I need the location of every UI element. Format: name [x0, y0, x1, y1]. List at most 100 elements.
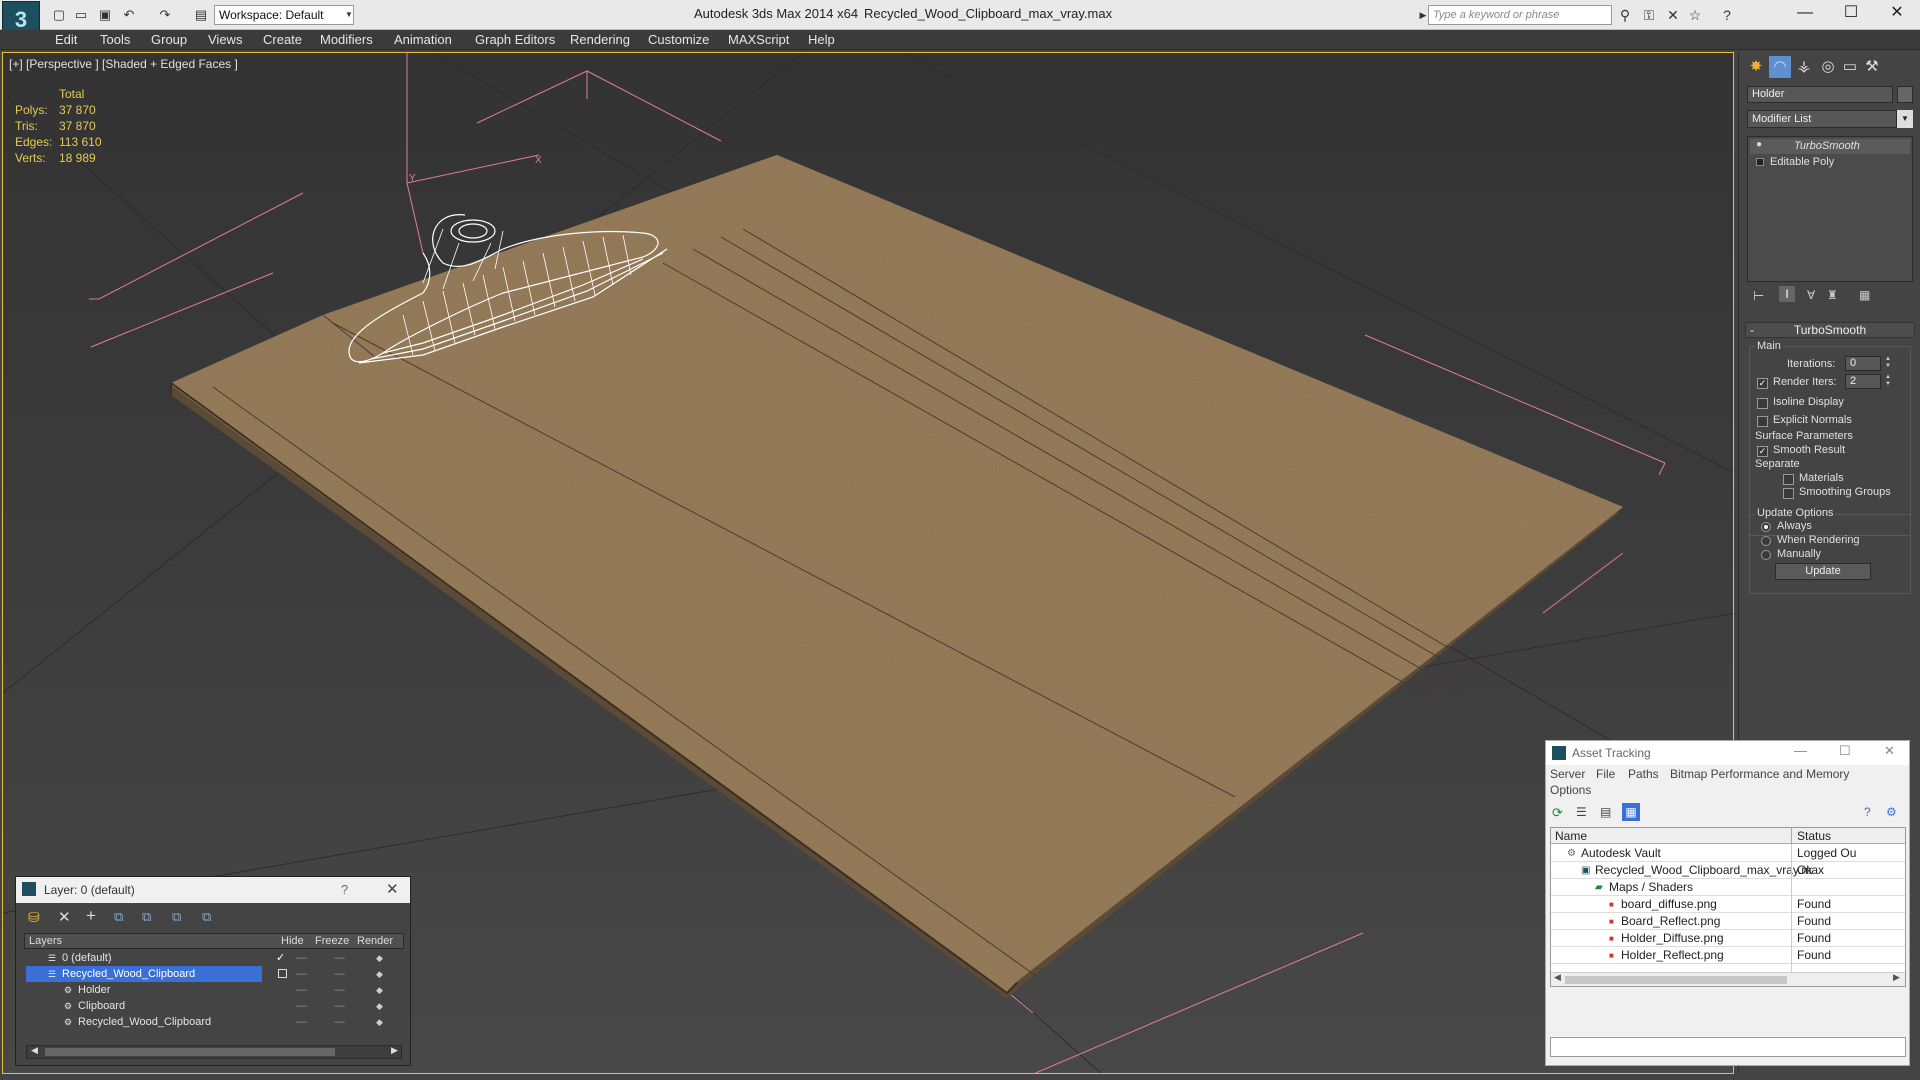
menu-rendering[interactable]: Rendering: [570, 32, 630, 47]
help-icon[interactable]: ?: [1864, 805, 1871, 819]
column-layers[interactable]: Layers: [29, 934, 62, 948]
table-view-icon[interactable]: ▦: [1622, 803, 1640, 821]
list-view-icon[interactable]: ☰: [1576, 805, 1587, 819]
asset-row[interactable]: ▣ Recycled_Wood_Clipboard_max_vray.max O…: [1551, 862, 1905, 879]
scroll-thumb[interactable]: [45, 1048, 335, 1056]
viewport-label[interactable]: [+] [Perspective ] [Shaded + Edged Faces…: [9, 57, 238, 71]
menu-server[interactable]: Server: [1550, 767, 1585, 781]
search-input[interactable]: Type a keyword or phrase: [1428, 5, 1612, 25]
hide-toggle[interactable]: —: [296, 1014, 307, 1030]
explicit-normals-checkbox[interactable]: [1757, 416, 1768, 427]
render-iters-input[interactable]: 2: [1845, 374, 1881, 389]
render-teapot-icon[interactable]: ◆: [376, 966, 383, 982]
new-layer-icon[interactable]: ⛁: [28, 909, 40, 926]
help-button[interactable]: ?: [341, 882, 348, 897]
object-color-swatch[interactable]: [1897, 86, 1913, 103]
key-icon[interactable]: ⚿: [1640, 6, 1658, 24]
menu-paths[interactable]: Paths: [1628, 767, 1659, 781]
asset-row[interactable]: ▰ Maps / Shaders: [1551, 879, 1905, 896]
open-file-icon[interactable]: ▭: [72, 6, 90, 24]
freeze-toggle[interactable]: —: [334, 998, 345, 1014]
layer-row[interactable]: ☰ Recycled_Wood_Clipboard — — ◆: [26, 966, 400, 982]
menu-file[interactable]: File: [1596, 767, 1615, 781]
render-teapot-icon[interactable]: ◆: [376, 1014, 383, 1030]
communication-icon[interactable]: ✕: [1664, 6, 1682, 24]
render-iters-checkbox[interactable]: ✓: [1757, 378, 1768, 389]
lightbulb-icon[interactable]: ●: [1756, 139, 1762, 150]
menu-customize[interactable]: Customize: [648, 32, 709, 47]
make-unique-icon[interactable]: ∀: [1807, 288, 1815, 302]
scroll-right-icon[interactable]: ▶: [1893, 972, 1900, 983]
layer-row[interactable]: ⚙ Holder — — ◆: [26, 982, 400, 998]
new-file-icon[interactable]: ▢: [50, 6, 68, 24]
always-radio[interactable]: [1761, 522, 1771, 532]
display-tab-icon[interactable]: ▭: [1839, 56, 1861, 78]
scroll-right-icon[interactable]: ▶: [391, 1045, 398, 1056]
menu-views[interactable]: Views: [208, 32, 242, 47]
column-freeze[interactable]: Freeze: [315, 934, 349, 948]
column-render[interactable]: Render: [357, 934, 393, 948]
menu-tools[interactable]: Tools: [100, 32, 130, 47]
minimize-button[interactable]: —: [1782, 0, 1828, 28]
stack-item-editable-poly[interactable]: Editable Poly: [1750, 155, 1910, 170]
smooth-result-checkbox[interactable]: ✓: [1757, 446, 1768, 457]
utilities-tab-icon[interactable]: ⚒: [1861, 56, 1883, 78]
freeze-toggle[interactable]: —: [334, 982, 345, 998]
when-rendering-radio[interactable]: [1761, 536, 1771, 546]
menu-create[interactable]: Create: [263, 32, 302, 47]
freeze-toggle[interactable]: —: [334, 950, 345, 966]
redo-icon[interactable]: ↷: [156, 6, 174, 24]
freeze-toggle[interactable]: —: [334, 1014, 345, 1030]
remove-modifier-icon[interactable]: ♜: [1827, 288, 1838, 302]
turbosmooth-rollout-header[interactable]: - TurboSmooth: [1745, 322, 1915, 338]
menu-bitmap-performance[interactable]: Bitmap Performance and Memory: [1670, 767, 1849, 781]
close-button[interactable]: ✕: [1884, 743, 1895, 759]
modifier-list-dropdown[interactable]: Modifier List: [1747, 110, 1897, 128]
project-folder-icon[interactable]: ▤: [192, 6, 210, 24]
refresh-icon[interactable]: ⟳: [1552, 805, 1563, 821]
menu-group[interactable]: Group: [151, 32, 187, 47]
minimize-button[interactable]: —: [1794, 743, 1807, 758]
hide-toggle[interactable]: —: [296, 998, 307, 1014]
layer-row[interactable]: ⚙ Clipboard — — ◆: [26, 998, 400, 1014]
object-name-field[interactable]: Holder: [1747, 86, 1893, 103]
maximize-button[interactable]: ☐: [1828, 0, 1874, 28]
undo-icon[interactable]: ↶: [120, 6, 138, 24]
star-icon[interactable]: ☆: [1686, 6, 1704, 24]
asset-row[interactable]: ■ board_diffuse.png Found: [1551, 896, 1905, 913]
tree-view-icon[interactable]: ▤: [1600, 805, 1611, 819]
render-teapot-icon[interactable]: ◆: [376, 950, 383, 966]
scroll-thumb[interactable]: [1565, 976, 1787, 984]
motion-tab-icon[interactable]: ◎: [1817, 56, 1839, 78]
delete-layer-icon[interactable]: ✕: [58, 908, 71, 926]
hide-toggle[interactable]: —: [296, 950, 307, 966]
asset-row[interactable]: ■ Holder_Reflect.png Found: [1551, 947, 1905, 964]
maximize-button[interactable]: ☐: [1839, 743, 1851, 759]
settings-icon[interactable]: ⚙: [1886, 805, 1897, 819]
asset-path-field[interactable]: [1550, 1037, 1906, 1057]
show-end-result-icon[interactable]: I: [1779, 286, 1795, 302]
isoline-display-checkbox[interactable]: [1757, 398, 1768, 409]
select-objects-icon[interactable]: ⧉: [114, 909, 123, 925]
menu-animation[interactable]: Animation: [394, 32, 452, 47]
iterations-input[interactable]: 0: [1845, 356, 1881, 371]
scroll-left-icon[interactable]: ◀: [31, 1045, 38, 1056]
column-hide[interactable]: Hide: [281, 934, 304, 948]
menu-maxscript[interactable]: MAXScript: [728, 32, 789, 47]
smoothing-groups-checkbox[interactable]: [1783, 488, 1794, 499]
close-button[interactable]: ✕: [1874, 0, 1920, 28]
asset-row[interactable]: ■ Board_Reflect.png Found: [1551, 913, 1905, 930]
iterations-spinner[interactable]: ▲ ▼: [1883, 356, 1893, 370]
manually-radio[interactable]: [1761, 550, 1771, 560]
column-divider[interactable]: [1791, 828, 1792, 844]
add-to-layer-icon[interactable]: +: [86, 906, 96, 926]
asset-row[interactable]: ⚙ Autodesk Vault Logged Ou: [1551, 845, 1905, 862]
hide-toggle[interactable]: —: [296, 982, 307, 998]
close-button[interactable]: ✕: [386, 880, 399, 898]
menu-edit[interactable]: Edit: [55, 32, 77, 47]
save-icon[interactable]: ▣: [96, 6, 114, 24]
layer-row[interactable]: ⚙ Recycled_Wood_Clipboard — — ◆: [26, 1014, 400, 1030]
freeze-all-icon[interactable]: ⧉: [202, 909, 211, 925]
create-tab-icon[interactable]: ✸: [1745, 56, 1767, 78]
menu-help[interactable]: Help: [808, 32, 835, 47]
